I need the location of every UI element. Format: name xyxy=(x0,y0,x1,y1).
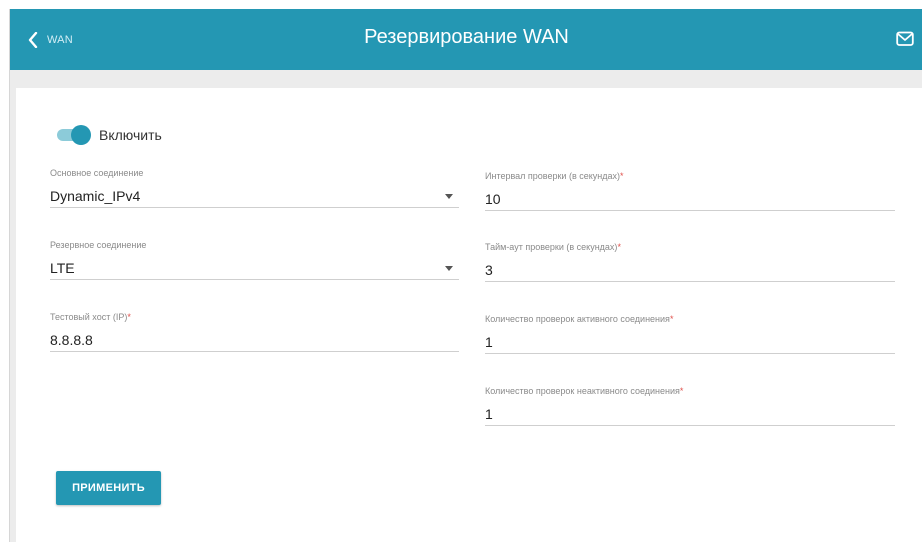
apply-button[interactable]: ПРИМЕНИТЬ xyxy=(56,471,161,505)
chevron-down-icon xyxy=(445,194,453,199)
backup-connection-select[interactable]: LTE xyxy=(50,257,459,280)
field-label: Количество проверок неактивного соединен… xyxy=(485,386,684,396)
mail-icon[interactable] xyxy=(896,31,914,47)
backup-connection-field: Резервное соединение LTE xyxy=(50,240,459,280)
inactive-checks-field: Количество проверок неактивного соединен… xyxy=(485,386,895,426)
primary-connection-field: Основное соединение Dynamic_IPv4 xyxy=(50,168,459,208)
active-checks-field: Количество проверок активного соединения… xyxy=(485,314,895,354)
field-label: Резервное соединение xyxy=(50,240,147,250)
test-host-input[interactable]: 8.8.8.8 xyxy=(50,329,459,352)
field-label: Количество проверок активного соединения… xyxy=(485,314,674,324)
toggle-knob[interactable] xyxy=(71,125,91,145)
check-interval-input[interactable]: 10 xyxy=(485,188,895,211)
inactive-checks-input[interactable]: 1 xyxy=(485,403,895,426)
field-label: Тайм-аут проверки (в секундах)* xyxy=(485,242,621,252)
field-label: Тестовый хост (IP)* xyxy=(50,312,131,322)
field-label: Интервал проверки (в секундах)* xyxy=(485,171,624,181)
enable-toggle[interactable]: Включить xyxy=(57,125,162,145)
primary-connection-select[interactable]: Dynamic_IPv4 xyxy=(50,185,459,208)
check-timeout-input[interactable]: 3 xyxy=(485,259,895,282)
app-frame: WAN Резервирование WAN Включить Основное… xyxy=(9,9,922,542)
check-interval-field: Интервал проверки (в секундах)* 10 xyxy=(485,171,895,211)
enable-toggle-label: Включить xyxy=(99,127,162,143)
settings-card: Включить Основное соединение Dynamic_IPv… xyxy=(16,88,922,542)
chevron-down-icon xyxy=(445,266,453,271)
toggle-track[interactable] xyxy=(57,125,91,145)
field-label: Основное соединение xyxy=(50,168,144,178)
active-checks-input[interactable]: 1 xyxy=(485,331,895,354)
check-timeout-field: Тайм-аут проверки (в секундах)* 3 xyxy=(485,242,895,282)
page-title: Резервирование WAN xyxy=(364,26,569,48)
test-host-field: Тестовый хост (IP)* 8.8.8.8 xyxy=(50,312,459,352)
header-bar: WAN Резервирование WAN xyxy=(10,9,922,70)
